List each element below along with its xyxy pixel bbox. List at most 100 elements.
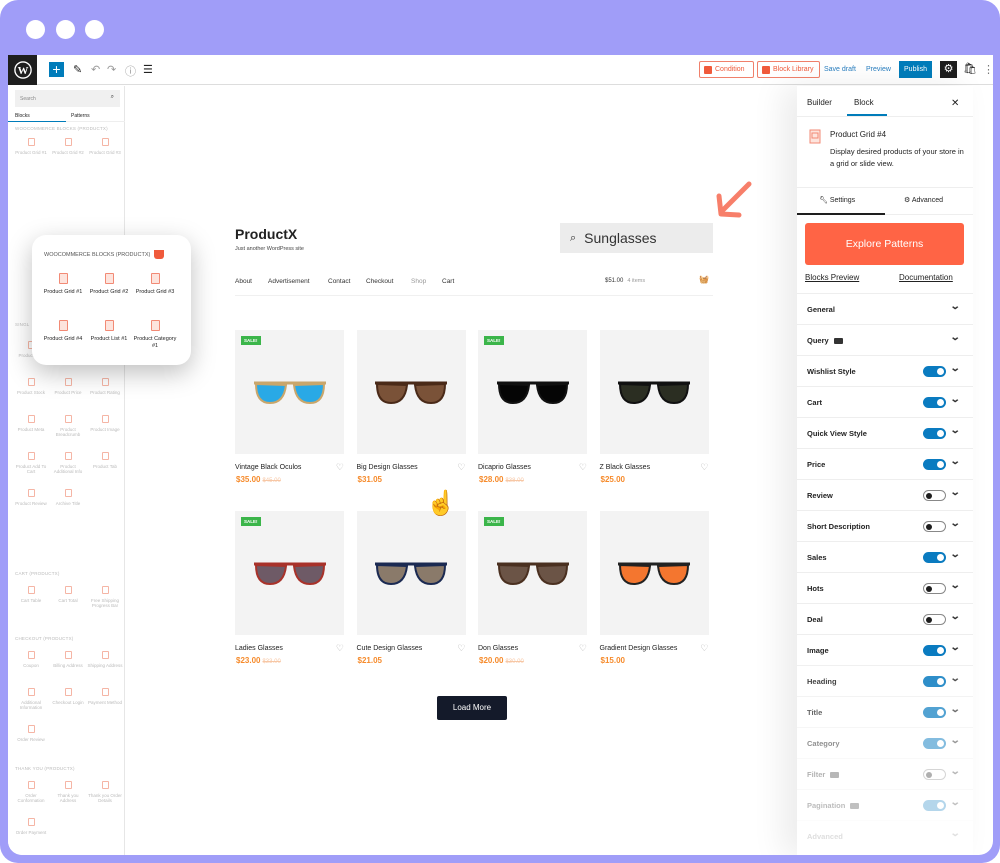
chevron-down-icon[interactable]: ⌄ — [950, 642, 961, 653]
product-card[interactable]: SALE! Dicaprio Glasses ♡ $28.00 $38.00 — [478, 330, 587, 484]
block-item[interactable]: Cart Table — [13, 586, 49, 603]
toggle-switch[interactable] — [923, 614, 946, 625]
product-image[interactable] — [356, 330, 466, 454]
nav-item-about[interactable]: About — [235, 278, 252, 285]
chevron-down-icon[interactable]: ⌄ — [950, 673, 961, 684]
product-name[interactable]: Big Design Glasses — [357, 464, 418, 471]
block-item[interactable]: Product Tab — [87, 452, 123, 469]
wordpress-logo-icon[interactable]: W — [8, 55, 37, 85]
documentation-link[interactable]: Documentation — [899, 273, 953, 282]
wishlist-heart-icon[interactable]: ♡ — [579, 463, 587, 472]
block-item[interactable]: Order Review — [13, 725, 49, 742]
chevron-down-icon[interactable]: ⌄ — [950, 332, 961, 343]
info-icon[interactable]: ⓘ — [125, 63, 136, 79]
popup-block-item[interactable]: Product Grid #2 — [86, 273, 132, 296]
nav-item-shop[interactable]: Shop — [411, 278, 426, 285]
product-name[interactable]: Cute Design Glasses — [357, 645, 423, 652]
block-item[interactable]: Product Grid #2 — [50, 138, 86, 155]
load-more-button[interactable]: Load More — [437, 696, 507, 720]
block-item[interactable]: Coupon — [13, 651, 49, 668]
setting-row-filter[interactable]: Filter ⌄ — [797, 758, 973, 789]
blocks-preview-link[interactable]: Blocks Preview — [805, 273, 859, 282]
setting-row-price[interactable]: Price ⌄ — [797, 448, 973, 479]
toggle-switch[interactable] — [923, 800, 946, 811]
block-search-input[interactable]: Search ⌕ — [15, 90, 120, 107]
setting-row-deal[interactable]: Deal ⌄ — [797, 603, 973, 634]
block-item[interactable]: Free Shipping Progress Bar — [87, 586, 123, 608]
setting-row-hots[interactable]: Hots ⌄ — [797, 572, 973, 603]
chevron-down-icon[interactable]: ⌄ — [950, 797, 961, 808]
product-name[interactable]: Don Glasses — [478, 645, 518, 652]
wishlist-heart-icon[interactable]: ♡ — [700, 463, 708, 472]
toggle-switch[interactable] — [923, 738, 946, 749]
toggle-switch[interactable] — [923, 769, 946, 780]
setting-row-sales[interactable]: Sales ⌄ — [797, 541, 973, 572]
block-item[interactable]: Product Image — [87, 415, 123, 432]
setting-row-wishlist-style[interactable]: Wishlist Style ⌄ — [797, 355, 973, 386]
popup-block-item[interactable]: Product Grid #4 — [40, 320, 86, 343]
block-item[interactable]: Additional Information — [13, 688, 49, 710]
product-card[interactable]: Cute Design Glasses ♡ $21.05 — [356, 511, 466, 665]
setting-row-image[interactable]: Image ⌄ — [797, 634, 973, 665]
toggle-switch[interactable] — [923, 552, 946, 563]
block-item[interactable]: Product Stock — [13, 378, 49, 395]
setting-row-general[interactable]: General ⌄ — [797, 293, 973, 324]
block-item[interactable]: Product Add To Cart — [13, 452, 49, 474]
product-image[interactable]: SALE! — [235, 330, 344, 454]
tab-blocks[interactable]: Blocks — [15, 113, 30, 119]
product-name[interactable]: Dicaprio Glasses — [478, 464, 531, 471]
list-view-icon[interactable]: ☰ — [143, 63, 153, 76]
chevron-down-icon[interactable]: ⌄ — [950, 766, 961, 777]
preview-button[interactable]: Preview — [866, 66, 891, 73]
block-item[interactable]: Cart Total — [50, 586, 86, 603]
chevron-down-icon[interactable]: ⌄ — [950, 518, 961, 529]
product-image[interactable]: SALE! — [235, 511, 344, 635]
product-card[interactable]: SALE! Ladies Glasses ♡ $23.00 $33.00 — [235, 511, 344, 665]
mini-cart[interactable]: $51.00 4 items — [605, 278, 645, 284]
product-card[interactable]: Z Black Glasses ♡ $25.00 — [599, 330, 709, 484]
block-item[interactable]: Billing Address — [50, 651, 86, 668]
toggle-switch[interactable] — [923, 676, 946, 687]
productx-bag-icon[interactable]: 🛍 — [963, 62, 977, 75]
product-image[interactable] — [599, 330, 709, 454]
setting-row-short-description[interactable]: Short Description ⌄ — [797, 510, 973, 541]
product-search-input[interactable]: ⌕ Sunglasses — [560, 223, 713, 253]
close-icon[interactable]: ✕ — [951, 98, 959, 109]
block-item[interactable]: Shipping Address — [87, 651, 123, 668]
wishlist-heart-icon[interactable]: ♡ — [457, 644, 465, 653]
product-card[interactable]: Gradient Design Glasses ♡ $15.00 — [599, 511, 709, 665]
popup-block-item[interactable]: Product List #1 — [86, 320, 132, 343]
chevron-down-icon[interactable]: ⌄ — [950, 487, 961, 498]
nav-item-advertisement[interactable]: Advertisement — [268, 278, 310, 285]
tab-advanced[interactable]: ⚙ Advanced — [904, 196, 943, 204]
more-options-icon[interactable]: ⋮ — [983, 63, 993, 76]
block-item[interactable]: Archive Title — [50, 489, 86, 506]
wishlist-heart-icon[interactable]: ♡ — [579, 644, 587, 653]
popup-block-item[interactable]: Product Grid #1 — [40, 273, 86, 296]
setting-row-pagination[interactable]: Pagination ⌄ — [797, 789, 973, 820]
toggle-switch[interactable] — [923, 459, 946, 470]
chevron-down-icon[interactable]: ⌄ — [950, 828, 961, 839]
toggle-switch[interactable] — [923, 366, 946, 377]
video-icon[interactable] — [850, 803, 860, 810]
product-image[interactable]: SALE! — [478, 511, 587, 635]
wishlist-heart-icon[interactable]: ♡ — [336, 463, 344, 472]
chevron-down-icon[interactable]: ⌄ — [950, 363, 961, 374]
block-item[interactable]: Product Grid #1 — [13, 138, 49, 155]
setting-row-title[interactable]: Title ⌄ — [797, 696, 973, 727]
chevron-down-icon[interactable]: ⌄ — [950, 735, 961, 746]
chevron-down-icon[interactable]: ⌄ — [950, 456, 961, 467]
product-name[interactable]: Z Black Glasses — [600, 464, 651, 471]
block-item[interactable]: Product Additional Info — [50, 452, 86, 474]
popup-block-item[interactable]: Product Grid #3 — [132, 273, 178, 296]
save-draft-button[interactable]: Save draft — [824, 66, 856, 73]
explore-patterns-button[interactable]: Explore Patterns — [805, 223, 964, 265]
nav-item-contact[interactable]: Contact — [328, 278, 350, 285]
product-image[interactable] — [356, 511, 466, 635]
setting-row-quick-view-style[interactable]: Quick View Style ⌄ — [797, 417, 973, 448]
chevron-down-icon[interactable]: ⌄ — [950, 425, 961, 436]
block-item[interactable]: Product Meta — [13, 415, 49, 432]
setting-row-cart[interactable]: Cart ⌄ — [797, 386, 973, 417]
setting-row-review[interactable]: Review ⌄ — [797, 479, 973, 510]
wishlist-heart-icon[interactable]: ♡ — [457, 463, 465, 472]
